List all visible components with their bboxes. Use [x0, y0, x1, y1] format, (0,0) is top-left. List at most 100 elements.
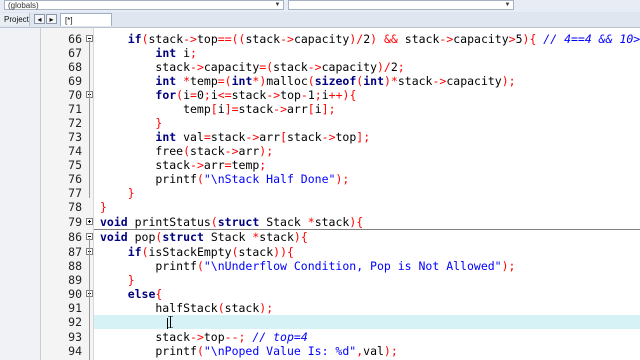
code-text: halfStack(stack);	[100, 301, 273, 315]
code-token: =	[203, 130, 211, 144]
code-token: <=	[217, 88, 232, 102]
code-line[interactable]: 70 for(i=0;i<=stack->top-1;i++){	[0, 88, 640, 102]
line-number: 90	[68, 287, 82, 301]
code-token: *	[183, 74, 191, 88]
symbol-dropdown[interactable]: ▼	[288, 0, 514, 10]
scope-dropdown[interactable]: (globals) ▼	[4, 0, 284, 10]
tab-project[interactable]: Project	[0, 13, 30, 26]
code-token: }	[127, 273, 135, 287]
code-token: top	[335, 130, 357, 144]
code-line[interactable]: 78}	[0, 200, 640, 214]
code-line[interactable]: 92	[68, 315, 640, 329]
code-token: ];	[356, 130, 371, 144]
code-line[interactable]: 79 void printStatus(struct Stack *stack){	[0, 215, 640, 229]
tab-scroll-right-icon[interactable]: ▸	[46, 14, 57, 24]
code-token: stack	[231, 88, 267, 102]
code-token: Stack	[259, 215, 308, 229]
line-number: 73	[68, 130, 82, 144]
line-number: 72	[68, 116, 82, 130]
code-line[interactable]: 72 }	[0, 116, 640, 130]
code-token: stack	[238, 245, 274, 259]
code-line[interactable]: 73 int val=stack->arr[stack->top];	[0, 130, 640, 144]
code-token: stack	[224, 301, 260, 315]
code-token: (	[307, 74, 315, 88]
code-token: stack	[100, 60, 191, 74]
code-token: ]=	[224, 102, 239, 116]
code-token: ==((	[217, 32, 246, 46]
code-text: stack->arr=temp;	[100, 158, 266, 172]
code-token: i	[314, 102, 322, 116]
code-line[interactable]: 88 printf("\nUnderflow Condition, Pop is…	[0, 259, 640, 273]
code-text: temp[i]=stack->arr[i];	[100, 102, 335, 116]
line-number: 76	[68, 172, 82, 186]
code-token: -	[300, 88, 308, 102]
code-token: (	[217, 301, 225, 315]
code-token: *	[307, 215, 315, 229]
code-token: arr	[287, 102, 308, 116]
code-line[interactable]: 71 temp[i]=stack->arr[i];	[0, 102, 640, 116]
line-number: 78	[68, 200, 82, 214]
code-token: int	[155, 46, 177, 60]
code-line[interactable]: 86 void pop(struct Stack *stack){	[0, 230, 640, 244]
code-token: --;	[224, 330, 253, 344]
line-number: 94	[68, 344, 82, 358]
code-token: ;	[397, 60, 405, 74]
code-line[interactable]: 69 int *temp=(int*)malloc(sizeof(int)*st…	[0, 74, 640, 88]
code-line[interactable]: 90 else{	[0, 287, 640, 301]
code-text: }	[100, 273, 135, 287]
tab-bar: Project ◂ ▸ [*] stackDA.c	[0, 12, 640, 38]
code-token: stack	[314, 215, 350, 229]
code-line[interactable]: 87 if(isStackEmpty(stack)){	[0, 245, 640, 259]
line-number: 87	[68, 245, 82, 259]
code-token: arr	[203, 158, 225, 172]
code-line[interactable]: 94 printf("\nPoped Value Is: %d",val);	[0, 344, 640, 358]
code-token: ->	[224, 144, 239, 158]
code-token: val	[176, 130, 204, 144]
code-token: (	[141, 32, 149, 46]
code-token: 2	[390, 60, 398, 74]
code-token: if	[127, 245, 142, 259]
code-token: temp	[100, 102, 211, 116]
chevron-down-icon[interactable]: ▼	[503, 1, 512, 9]
code-text: void pop(struct Stack *stack){	[100, 230, 308, 244]
code-line[interactable]: 75 stack->arr=temp;	[0, 158, 640, 172]
code-line[interactable]: 67 int i;	[0, 46, 640, 60]
code-line[interactable]: 76 printf("\nStack Half Done");	[0, 172, 640, 186]
code-text: for(i=0;i<=stack->top-1;i++){	[100, 88, 356, 102]
line-number: 88	[68, 259, 82, 273]
line-number: 92	[68, 315, 82, 329]
code-token: printf	[100, 172, 197, 186]
code-line[interactable]: 91 halfStack(stack);	[0, 301, 640, 315]
code-token: stack	[210, 130, 246, 144]
tab-scroll-left-icon[interactable]: ◂	[34, 14, 45, 24]
code-line[interactable]: 93 stack->top--; // top=4	[0, 330, 640, 344]
line-number: 77	[68, 186, 82, 200]
code-token: }	[155, 116, 163, 130]
tab-file-stackda[interactable]: [*] stackDA.c	[60, 13, 112, 38]
code-token: i	[183, 88, 191, 102]
code-token: int	[155, 74, 177, 88]
code-line[interactable]: 77 }	[0, 186, 640, 200]
code-line[interactable]: 74 free(stack->arr);	[0, 144, 640, 158]
code-token: *)	[252, 74, 267, 88]
code-line[interactable]: 66 if(stack->top==((stack->capacity)/2) …	[0, 32, 640, 46]
code-token: int	[363, 74, 384, 88]
code-token: ;	[259, 158, 267, 172]
code-token: stack	[238, 102, 274, 116]
code-line[interactable]: 68 stack->capacity=(stack->capacity)/2;	[0, 60, 640, 74]
code-token: ;	[314, 88, 322, 102]
code-token: malloc	[266, 74, 308, 88]
code-token: Stack	[203, 230, 253, 244]
code-token: ->	[190, 330, 204, 344]
code-token: ->	[190, 60, 204, 74]
code-line[interactable]: 89 }	[0, 273, 640, 287]
code-token: halfStack	[100, 301, 218, 315]
fold-expand-icon[interactable]	[86, 218, 93, 225]
code-token: i	[217, 102, 225, 116]
code-text: printf("\nPoped Value Is: %d",val);	[100, 344, 397, 358]
code-token: void	[100, 230, 128, 244]
chevron-down-icon[interactable]: ▼	[273, 1, 282, 9]
